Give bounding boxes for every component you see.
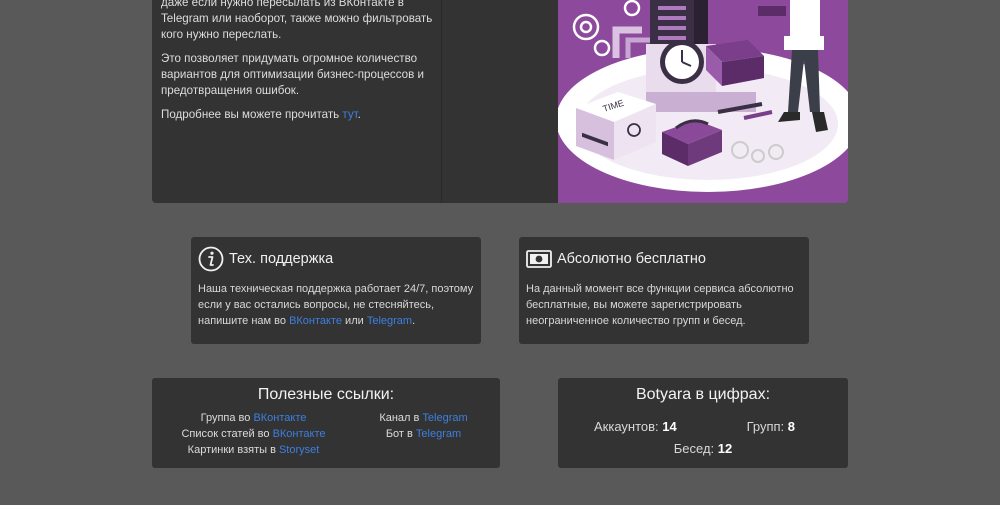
link-row-prefix: Группа во (200, 412, 254, 424)
link-row-tg-channel: Канал в Telegram (355, 410, 492, 426)
about-more-suffix: . (357, 108, 361, 121)
link-row-prefix: Бот в (385, 428, 416, 440)
vk-group-link[interactable]: ВКонтакте (253, 412, 306, 424)
telegram-channel-link[interactable]: Telegram (422, 412, 467, 424)
stat-chats-value: 12 (717, 441, 733, 456)
support-text-suffix: . (412, 315, 416, 327)
about-card: даже если нужно пересылать из ВКонтакте … (152, 0, 848, 203)
stat-groups: Групп: 8 (747, 419, 795, 434)
stat-chats-label: Бесед: (673, 441, 718, 456)
support-text: Наша техническая поддержка работает 24/7… (198, 281, 474, 329)
link-row-vk-group: Группа во ВКонтакте (152, 410, 355, 426)
support-header: Тех. поддержка (198, 245, 474, 272)
about-paragraph-2: Это позволяет придумать огромное количес… (161, 52, 424, 97)
vk-articles-link[interactable]: ВКонтакте (273, 428, 326, 440)
stat-chats: Бесед: 12 (558, 441, 848, 456)
useful-links-title: Полезные ссылки: (257, 386, 395, 403)
free-text: На данный момент все функции сервиса абс… (526, 283, 794, 327)
link-row-storyset: Картинки взяты в Storyset (152, 442, 355, 458)
useful-links-grid: Группа во ВКонтакте Список статей во ВКо… (152, 410, 500, 458)
support-text-mid: или (342, 315, 367, 327)
business-process-illustration: TIME (556, 0, 848, 203)
about-spacer (442, 0, 558, 203)
support-telegram-link[interactable]: Telegram (367, 315, 412, 327)
stat-groups-label: Групп: (746, 419, 788, 434)
money-icon (526, 249, 552, 268)
about-more-link[interactable]: тут (342, 108, 357, 121)
support-title: Тех. поддержка (229, 250, 334, 267)
useful-links-card: Полезные ссылки: Группа во ВКонтакте Спи… (152, 378, 500, 468)
free-card: Абсолютно бесплатно На данный момент все… (519, 237, 809, 344)
stats-card: Botyara в цифрах: Аккаунтов: 14 Групп: 8… (558, 378, 848, 468)
free-header: Абсолютно бесплатно (526, 245, 802, 272)
stat-accounts: Аккаунтов: 14 (594, 419, 677, 434)
about-paragraph-1: даже если нужно пересылать из ВКонтакте … (161, 0, 433, 41)
stats-row: Аккаунтов: 14 Групп: 8 (558, 410, 848, 434)
link-row-prefix: Картинки взяты в (187, 444, 279, 456)
about-more-prefix: Подробнее вы можете прочитать (161, 108, 343, 121)
link-row-prefix: Список статей во (181, 428, 273, 440)
link-row-prefix: Канал в (379, 412, 423, 424)
useful-links-right: Канал в Telegram Бот в Telegram (355, 410, 492, 458)
stat-accounts-value: 14 (662, 419, 677, 434)
support-vk-link[interactable]: ВКонтакте (289, 315, 342, 327)
link-row-tg-bot: Бот в Telegram (355, 426, 492, 442)
stats-title: Botyara в цифрах: (635, 386, 771, 403)
stat-groups-value: 8 (787, 419, 795, 434)
storyset-link[interactable]: Storyset (279, 444, 319, 456)
about-more: Подробнее вы можете прочитать тут. (161, 107, 443, 123)
support-card: Тех. поддержка Наша техническая поддержк… (191, 237, 481, 344)
useful-links-left: Группа во ВКонтакте Список статей во ВКо… (152, 410, 355, 458)
illustration-svg: TIME (556, 0, 848, 203)
telegram-bot-link[interactable]: Telegram (416, 428, 461, 440)
link-row-vk-articles: Список статей во ВКонтакте (152, 426, 355, 442)
info-icon (198, 246, 224, 271)
free-title: Абсолютно бесплатно (557, 250, 706, 267)
stat-accounts-label: Аккаунтов: (594, 419, 663, 434)
